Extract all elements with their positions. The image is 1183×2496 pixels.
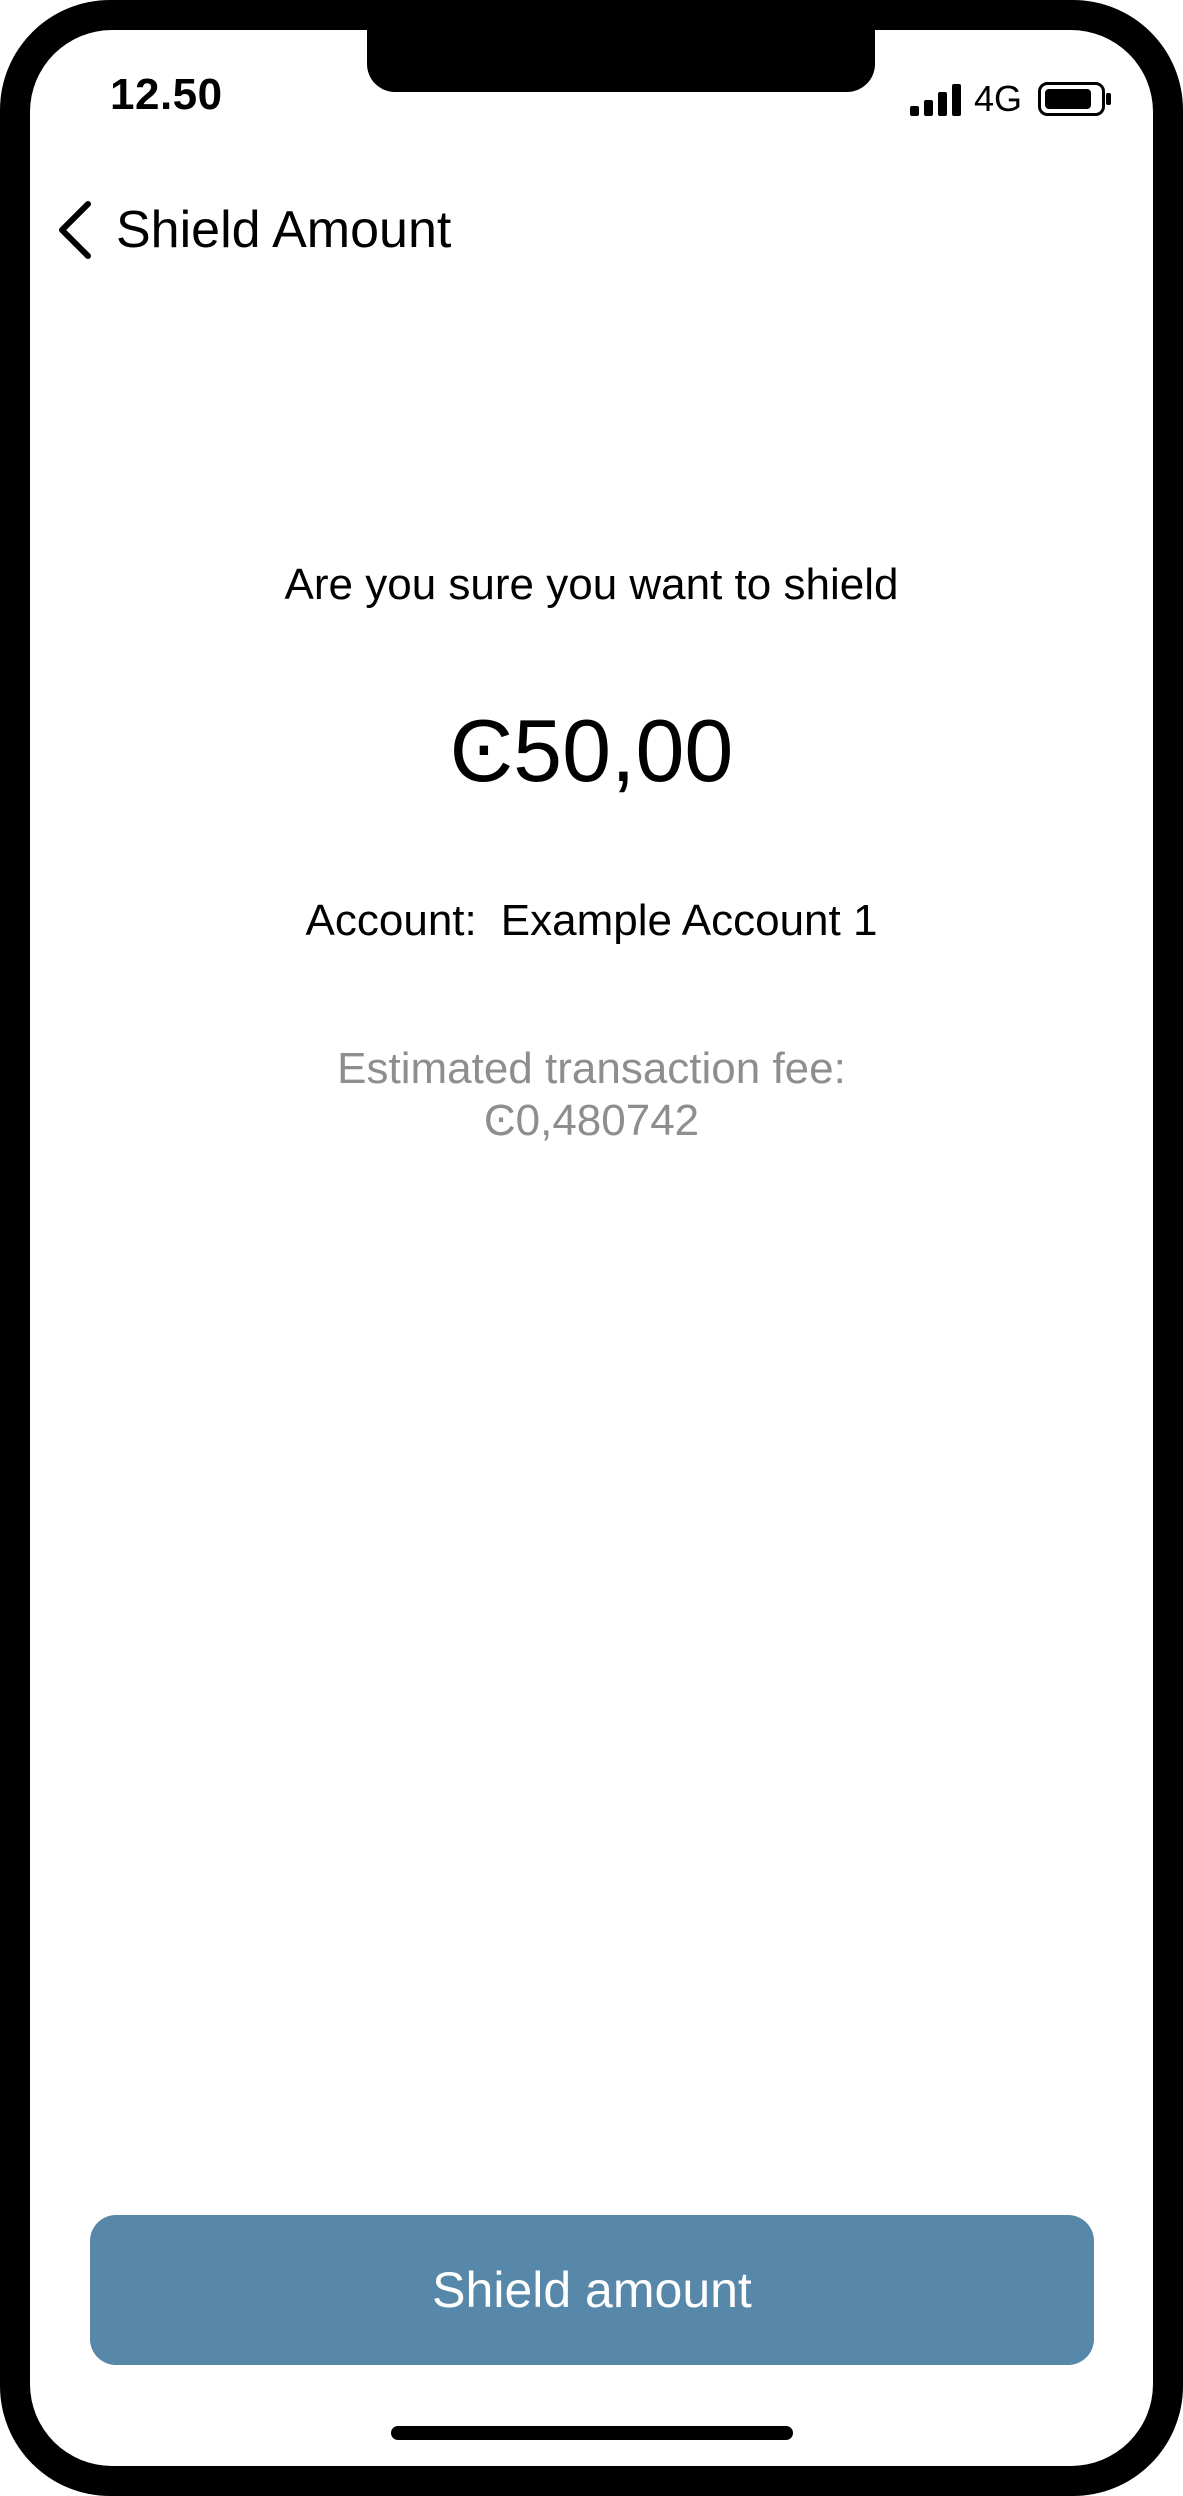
chevron-left-icon [59,201,91,259]
status-time: 12.50 [110,70,223,119]
fee-label: Estimated transaction fee: [337,1044,846,1093]
app-screen: 12.50 4G Shield Amount Are you sure you … [30,30,1153,2466]
account-label: Account: [305,896,477,945]
network-type: 4G [974,78,1023,119]
battery-icon [1038,82,1111,116]
device-notch [367,30,875,92]
confirmation-question: Are you sure you want to shield [284,560,899,609]
signal-icon [910,84,961,116]
fee-value: Ͼ0,480742 [483,1096,700,1145]
device-frame: 12.50 4G Shield Amount Are you sure you … [0,0,1183,2496]
shield-amount-button[interactable]: Shield amount [90,2215,1094,2365]
page-title: Shield Amount [116,201,452,259]
back-button[interactable]: Shield Amount [50,190,451,270]
account-name: Example Account 1 [500,896,878,945]
home-indicator [391,2426,793,2440]
account-row: Account: Example Account 1 [30,896,1153,946]
shield-amount-value: Ͼ50,00 [449,701,734,800]
